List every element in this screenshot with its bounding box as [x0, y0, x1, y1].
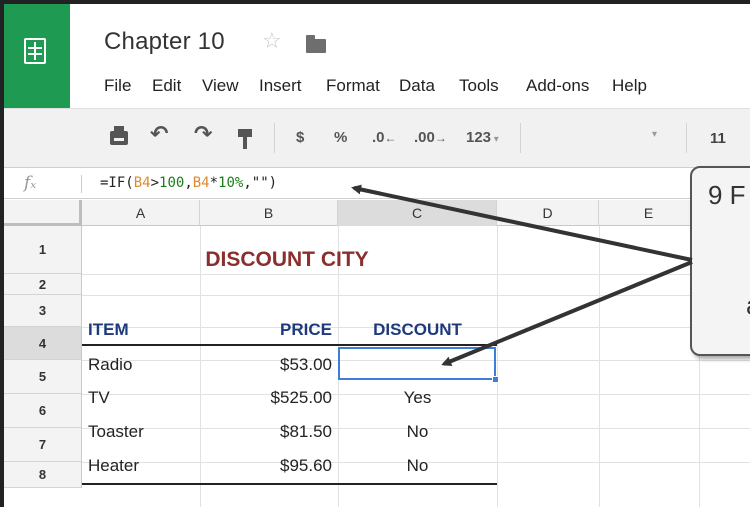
header-discount-cell[interactable]: DISCOUNT: [338, 320, 497, 340]
column-header-d[interactable]: D: [497, 200, 599, 226]
menu-view[interactable]: View: [202, 76, 239, 96]
toolbar-divider: [520, 123, 521, 153]
menu-format[interactable]: Format: [326, 76, 380, 96]
menu-add-ons[interactable]: Add-ons: [526, 76, 589, 96]
row-header-8[interactable]: 8: [4, 462, 82, 488]
callout-text: 9 F: [708, 180, 746, 210]
menu-file[interactable]: File: [104, 76, 131, 96]
font-dropdown-chevron-icon[interactable]: ▾: [652, 129, 657, 140]
undo-icon[interactable]: ↶: [150, 123, 168, 145]
select-all-corner[interactable]: [4, 200, 82, 226]
callout-text: a: [746, 290, 750, 321]
increase-decimal-button[interactable]: .00→: [414, 127, 447, 149]
toolbar: ↶ ↷ $ % .0← .00→ 123 ▾ ▾ 11: [4, 108, 750, 168]
discount-cell[interactable]: No: [338, 456, 497, 476]
chevron-down-icon: ▾: [491, 134, 499, 145]
menu-insert[interactable]: Insert: [259, 76, 302, 96]
header-price-cell[interactable]: PRICE: [200, 320, 332, 340]
fx-icon: 𝑓ₓ: [24, 173, 37, 193]
row-header-1[interactable]: 1: [4, 226, 82, 274]
menu-tools[interactable]: Tools: [459, 76, 499, 96]
item-cell[interactable]: TV: [88, 388, 110, 408]
gridline: [497, 226, 498, 507]
sheets-logo[interactable]: [4, 4, 70, 108]
formula-token: *: [209, 175, 219, 191]
print-icon[interactable]: [110, 126, 128, 145]
formula-token: 10%: [218, 175, 244, 191]
toolbar-divider: [274, 123, 275, 153]
table-bottom-border: [82, 483, 497, 485]
column-header-c[interactable]: C: [338, 200, 497, 226]
more-formats-button[interactable]: 123 ▾: [466, 127, 499, 151]
item-cell[interactable]: Radio: [88, 355, 132, 375]
gridline: [82, 274, 750, 275]
sheet-title-cell[interactable]: DISCOUNT CITY: [82, 248, 492, 272]
row-header-7[interactable]: 7: [4, 428, 82, 462]
paint-format-icon[interactable]: [238, 129, 252, 149]
row-header-5[interactable]: 5: [4, 360, 82, 394]
formula-token: ,""): [243, 175, 278, 191]
arrow-left-icon: ←: [384, 131, 397, 145]
decrease-decimal-label: .0: [372, 129, 385, 146]
formula-token: =IF(: [100, 175, 134, 191]
star-icon[interactable]: ☆: [262, 30, 282, 52]
row-header-2[interactable]: 2: [4, 274, 82, 295]
price-cell[interactable]: $81.50: [200, 422, 332, 442]
discount-cell[interactable]: Yes: [338, 388, 497, 408]
item-cell[interactable]: Heater: [88, 456, 139, 476]
header-border: [82, 344, 497, 346]
formula-bar: 𝑓ₓ =IF(B4>100,B4*10%,""): [4, 169, 750, 199]
spreadsheet-icon: [24, 38, 46, 64]
menu-data[interactable]: Data: [399, 76, 435, 96]
increase-decimal-label: .00: [414, 129, 435, 146]
gridline: [82, 295, 750, 296]
column-header-b[interactable]: B: [200, 200, 338, 226]
more-formats-label: 123: [466, 129, 492, 146]
row-header-3[interactable]: 3: [4, 295, 82, 327]
app-window: Chapter 10 ☆ File Edit View Insert Forma…: [0, 0, 750, 507]
formula-token: >: [150, 175, 160, 191]
header-item-cell[interactable]: ITEM: [88, 320, 129, 340]
fill-handle[interactable]: [492, 376, 499, 383]
item-cell[interactable]: Toaster: [88, 422, 144, 442]
formula-token: ,: [184, 175, 193, 191]
selected-cell-c4[interactable]: [338, 347, 496, 380]
formula-divider: [81, 175, 82, 193]
instruction-callout: 9 F a: [690, 166, 750, 356]
redo-icon[interactable]: ↷: [194, 123, 212, 145]
price-cell[interactable]: $53.00: [200, 355, 332, 375]
formula-input[interactable]: =IF(B4>100,B4*10%,""): [100, 175, 277, 191]
row-header-4[interactable]: 4: [4, 327, 82, 360]
font-size-select[interactable]: 11: [702, 127, 750, 153]
folder-icon[interactable]: [306, 35, 326, 53]
decrease-decimal-button[interactable]: .0←: [372, 127, 397, 149]
row-header-6[interactable]: 6: [4, 394, 82, 428]
gridline: [599, 226, 600, 507]
column-header-a[interactable]: A: [82, 200, 200, 226]
formula-token: B4: [133, 175, 151, 191]
menu-help[interactable]: Help: [612, 76, 647, 96]
price-cell[interactable]: $525.00: [200, 388, 332, 408]
discount-cell[interactable]: No: [338, 422, 497, 442]
price-cell[interactable]: $95.60: [200, 456, 332, 476]
formula-token: 100: [159, 175, 185, 191]
column-header-e[interactable]: E: [599, 200, 699, 226]
currency-button[interactable]: $: [296, 127, 304, 149]
toolbar-divider: [686, 123, 687, 153]
menu-edit[interactable]: Edit: [152, 76, 181, 96]
percent-button[interactable]: %: [334, 127, 347, 149]
document-title[interactable]: Chapter 10: [104, 28, 225, 56]
arrow-right-icon: →: [434, 131, 447, 145]
formula-token: B4: [192, 175, 210, 191]
